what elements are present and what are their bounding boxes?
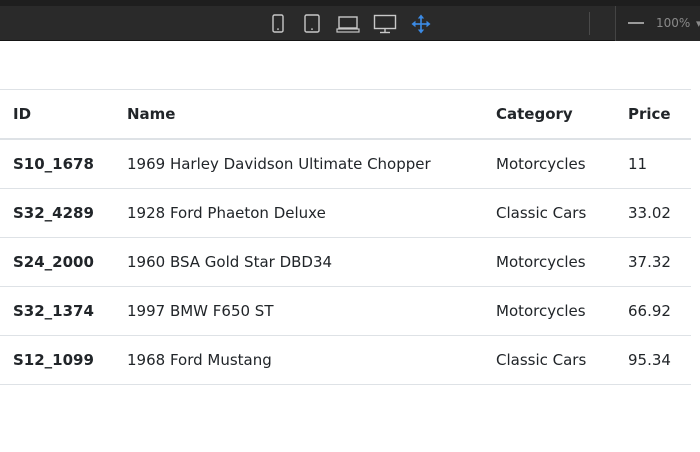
zoom-out-icon[interactable] bbox=[628, 22, 644, 24]
cell-id: S12_1099 bbox=[13, 351, 94, 369]
cell-name: 1968 Ford Mustang bbox=[127, 351, 272, 369]
cell-id: S10_1678 bbox=[13, 155, 94, 173]
column-header-name: Name bbox=[127, 105, 176, 123]
table-row: S12_1099 1968 Ford Mustang Classic Cars … bbox=[0, 336, 691, 385]
table-row: S32_4289 1928 Ford Phaeton Deluxe Classi… bbox=[0, 189, 691, 238]
cell-id: S32_1374 bbox=[13, 302, 94, 320]
zoom-control[interactable]: 100% ▾ bbox=[615, 6, 700, 41]
cell-name: 1969 Harley Davidson Ultimate Chopper bbox=[127, 155, 431, 173]
preview-toolbar: 100% ▾ bbox=[0, 0, 700, 41]
column-header-price: Price bbox=[628, 105, 671, 123]
table-header-row: ID Name Category Price bbox=[0, 89, 691, 139]
column-header-category: Category bbox=[496, 105, 573, 123]
cell-price: 66.92 bbox=[628, 302, 671, 320]
cell-id: S24_2000 bbox=[13, 253, 94, 271]
move-icon[interactable] bbox=[409, 6, 433, 41]
cell-name: 1960 BSA Gold Star DBD34 bbox=[127, 253, 333, 271]
table-row: S10_1678 1969 Harley Davidson Ultimate C… bbox=[0, 139, 691, 189]
mobile-icon[interactable] bbox=[268, 6, 288, 41]
desktop-icon[interactable] bbox=[372, 6, 398, 41]
cell-id: S32_4289 bbox=[13, 204, 94, 222]
cell-price: 37.32 bbox=[628, 253, 671, 271]
cell-price: 11 bbox=[628, 155, 648, 173]
table-row: S24_2000 1960 BSA Gold Star DBD34 Motorc… bbox=[0, 238, 691, 287]
cell-price: 33.02 bbox=[628, 204, 671, 222]
cell-price: 95.34 bbox=[628, 351, 671, 369]
cell-category: Motorcycles bbox=[496, 155, 586, 173]
toolbar-divider bbox=[589, 12, 590, 35]
laptop-icon[interactable] bbox=[335, 6, 361, 41]
column-header-id: ID bbox=[13, 105, 32, 123]
cell-name: 1997 BMW F650 ST bbox=[127, 302, 274, 320]
cell-category: Classic Cars bbox=[496, 204, 587, 222]
cell-name: 1928 Ford Phaeton Deluxe bbox=[127, 204, 326, 222]
products-table-container: ID Name Category Price S10_1678 1969 Har… bbox=[0, 89, 691, 385]
chevron-down-icon[interactable]: ▾ bbox=[696, 17, 700, 30]
table-row: S32_1374 1997 BMW F650 ST Motorcycles 66… bbox=[0, 287, 691, 336]
cell-category: Motorcycles bbox=[496, 253, 586, 271]
products-table: ID Name Category Price S10_1678 1969 Har… bbox=[0, 89, 691, 385]
zoom-level: 100% bbox=[656, 16, 691, 30]
cell-category: Motorcycles bbox=[496, 302, 586, 320]
tablet-icon[interactable] bbox=[301, 6, 323, 41]
cell-category: Classic Cars bbox=[496, 351, 587, 369]
